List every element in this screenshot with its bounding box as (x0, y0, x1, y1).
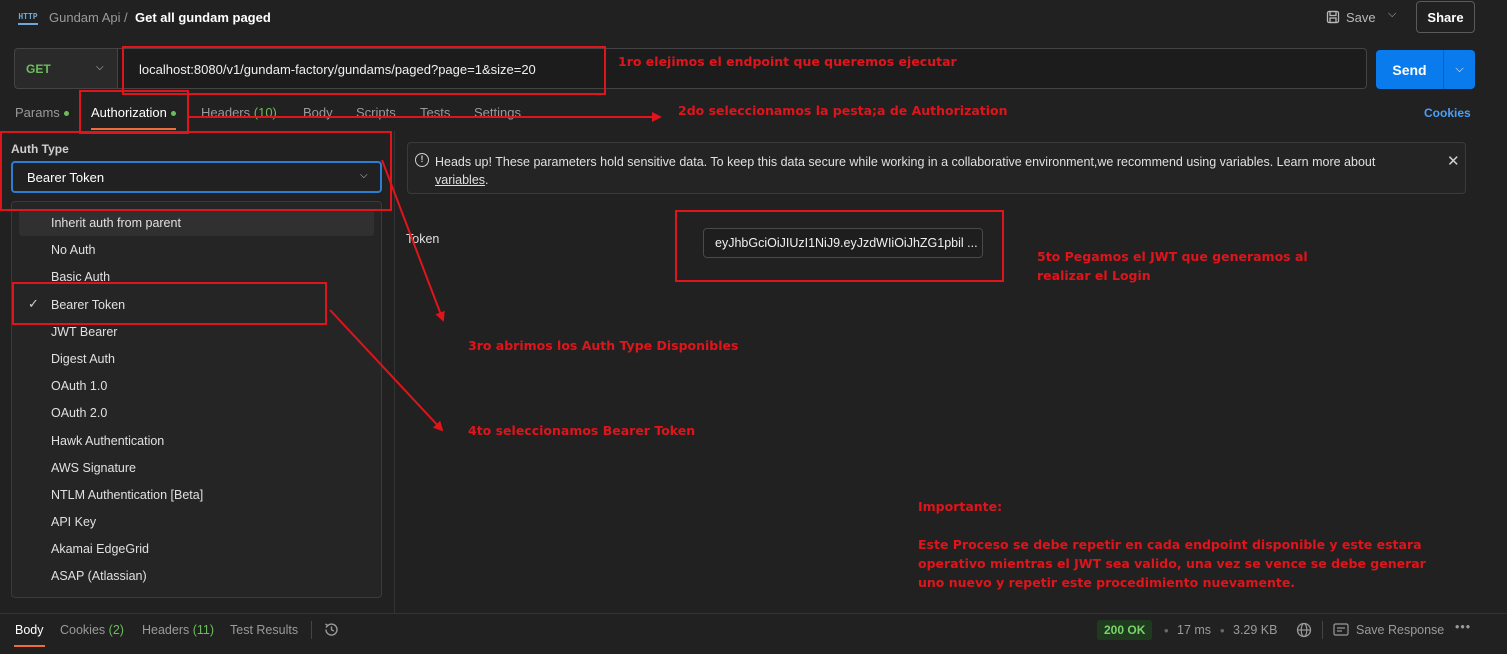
response-tab-cookies[interactable]: Cookies (2) (60, 623, 124, 637)
annotation-important-line1: Este Proceso se debe repetir en cada end… (918, 537, 1422, 552)
annotation-step5-line1: 5to Pegamos el JWT que generamos al (1037, 249, 1308, 264)
globe-icon[interactable] (1296, 622, 1312, 638)
response-tab-headers[interactable]: Headers (11) (142, 623, 214, 637)
annotation-important: Importante: Este Proceso se debe repetir… (918, 497, 1426, 592)
status-badge: 200 OK (1097, 620, 1153, 640)
footer-separator (1322, 621, 1323, 639)
arrow-step3 (381, 159, 445, 322)
annotation-step1: 1ro elejimos el endpoint que queremos ej… (618, 54, 957, 69)
footer-bullet: • (1220, 623, 1225, 638)
response-time: 17 ms (1177, 623, 1212, 637)
response-headers-label: Headers (142, 623, 190, 637)
annotation-important-line3: uno nuevo y repetir este procedimiento n… (918, 575, 1296, 590)
response-tab-test-results[interactable]: Test Results (230, 623, 298, 637)
annotation-important-title: Importante: (918, 499, 1003, 514)
save-response-icon (1333, 623, 1349, 636)
annotation-step5-line2: realizar el Login (1037, 268, 1151, 283)
annotation-step4: 4to seleccionamos Bearer Token (468, 423, 696, 438)
arrow-step4 (329, 309, 444, 432)
save-response-button[interactable]: Save Response (1356, 623, 1444, 637)
response-size: 3.29 KB (1233, 623, 1278, 637)
annotation-step3: 3ro abrimos los Auth Type Disponibles (468, 338, 739, 353)
footer-divider (0, 613, 1507, 614)
response-tab-underline (14, 645, 45, 647)
response-tab-body[interactable]: Body (15, 623, 44, 637)
footer-separator (311, 621, 312, 639)
annotation-step5: 5to Pegamos el JWT que generamos al real… (1037, 247, 1308, 285)
response-headers-count: (11) (192, 623, 215, 637)
response-cookies-count: (2) (108, 623, 124, 637)
history-icon[interactable] (323, 621, 340, 638)
annotation-step2: 2do seleccionamos la pesta;a de Authoriz… (678, 103, 1008, 118)
response-cookies-label: Cookies (60, 623, 106, 637)
annotation-important-line2: operativo mientras el JWT sea valido, un… (918, 556, 1426, 571)
footer-bullet: • (1164, 623, 1169, 638)
more-options-icon[interactable]: ••• (1455, 620, 1471, 634)
